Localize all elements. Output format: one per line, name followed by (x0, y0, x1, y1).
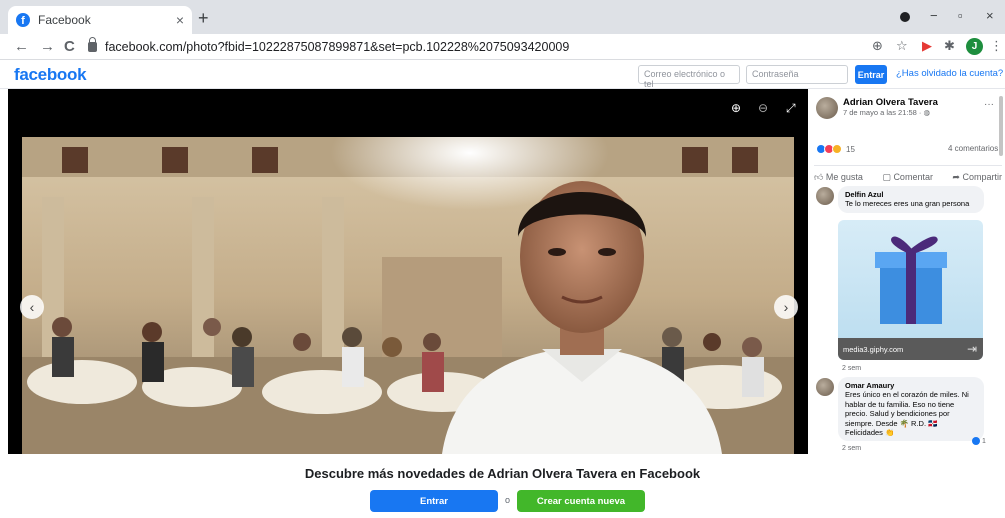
reaction-summary[interactable]: 15 (816, 144, 855, 154)
post-timestamp: 7 de mayo a las 21:58 · ◍ (843, 108, 938, 117)
comment-time[interactable]: 2 sem (842, 445, 861, 452)
window-minimize-button[interactable]: − (930, 8, 938, 23)
care-reaction-icon (832, 144, 842, 154)
profile-avatar[interactable]: J (966, 38, 983, 55)
post-action-bar: 👍︎ Me gusta ▢ Comentar ➦ Compartir (814, 165, 1002, 183)
extension-icon[interactable]: ▶ (922, 38, 932, 54)
facebook-logo[interactable]: facebook (14, 65, 87, 85)
panel-scrollbar[interactable] (999, 96, 1003, 156)
back-button[interactable]: ← (14, 38, 29, 55)
comment-gif[interactable]: media3.giphy.com ⇥ (838, 220, 983, 360)
gif-source[interactable]: media3.giphy.com (838, 338, 983, 360)
share-icon: ➦ (952, 172, 960, 182)
tab-close-icon[interactable]: × (176, 12, 184, 28)
comment-icon: ▢ (882, 172, 891, 182)
window-close-button[interactable]: × (986, 8, 994, 23)
tab-title: Facebook (38, 13, 91, 27)
post-timestamp-text: 7 de mayo a las 21:58 · (843, 108, 924, 117)
comment-bubble: Omar Amaury Eres único en el corazón de … (838, 377, 984, 442)
reload-button[interactable]: C (64, 38, 75, 55)
recording-indicator-icon (900, 12, 910, 22)
comment-text: Te lo mereces eres una gran persona (845, 199, 970, 209)
bookmark-star-icon[interactable]: ☆ (896, 38, 908, 54)
comment-bubble: Delfin Azul Te lo mereces eres una gran … (838, 186, 984, 213)
author-avatar[interactable] (816, 97, 838, 119)
globe-icon: ◍ (923, 108, 931, 117)
browser-tab[interactable]: f Facebook × (8, 6, 192, 34)
commenter-avatar[interactable] (816, 378, 834, 396)
cta-or-text: o (505, 495, 511, 505)
comment-like-count: 1 (982, 437, 986, 445)
login-button[interactable]: Entrar (855, 65, 887, 84)
commenter-avatar[interactable] (816, 187, 834, 205)
address-bar[interactable]: facebook.com/photo?fbid=1022287508789987… (88, 37, 888, 57)
photo-viewer: ⊕ ⊖ ⤢ ‹ › (8, 89, 808, 454)
like-label: Me gusta (825, 172, 863, 182)
browser-tabstrip: f Facebook × + − ▫ × (0, 0, 1005, 34)
window-restore-button[interactable]: ▫ (958, 8, 963, 23)
gift-box-image (875, 236, 947, 324)
extensions-puzzle-icon[interactable]: ✱ (944, 38, 955, 54)
share-label: Compartir (962, 172, 1002, 182)
cta-login-button[interactable]: Entrar (370, 490, 498, 512)
thumbs-up-icon: 👍︎ (814, 172, 824, 182)
gif-share-icon[interactable]: ⇥ (967, 342, 977, 356)
zoom-in-icon[interactable]: ⊕ (731, 101, 741, 115)
page-root: f Facebook × + − ▫ × ← → C facebook.com/… (0, 0, 1005, 518)
commenter-name[interactable]: Delfin Azul (845, 190, 977, 199)
create-account-button[interactable]: Crear cuenta nueva (517, 490, 645, 512)
author-block: Adrian Olvera Tavera 7 de mayo a las 21:… (843, 97, 938, 117)
like-badge-icon (972, 437, 980, 445)
author-name[interactable]: Adrian Olvera Tavera (843, 97, 938, 108)
forgot-account-link[interactable]: ¿Has olvidado la cuenta? (896, 68, 1003, 79)
facebook-header: facebook Correo electrónico o tel Contra… (0, 60, 1005, 89)
facebook-favicon-icon: f (16, 13, 30, 27)
browser-toolbar: ← → C facebook.com/photo?fbid=1022287508… (0, 34, 1005, 60)
cta-title: Descubre más novedades de Adrian Olvera … (304, 466, 701, 481)
zoom-out-icon[interactable]: ⊖ (758, 101, 768, 115)
browser-menu-icon[interactable]: ⋮ (990, 38, 1003, 54)
commenter-name[interactable]: Omar Amaury (845, 381, 977, 390)
like-button[interactable]: 👍︎ Me gusta (814, 172, 863, 183)
post-more-options-icon[interactable]: ··· (984, 99, 994, 110)
comments-count[interactable]: 4 comentarios (948, 144, 998, 153)
comment-time[interactable]: 2 sem (842, 365, 861, 372)
next-photo-button[interactable]: › (774, 295, 798, 319)
fullscreen-icon[interactable]: ⤢ (786, 101, 796, 116)
comment-label: Comentar (893, 172, 933, 182)
email-field[interactable]: Correo electrónico o tel (638, 65, 740, 89)
comment-button[interactable]: ▢ Comentar (882, 172, 933, 183)
previous-photo-button[interactable]: ‹ (20, 295, 44, 319)
password-field[interactable]: Contraseña (746, 65, 848, 84)
lock-icon (88, 37, 97, 52)
url-text: facebook.com/photo?fbid=1022287508789987… (105, 40, 570, 54)
new-tab-icon[interactable]: + (198, 8, 209, 29)
comment-text: Eres único en el corazón de miles. Ni ha… (845, 390, 969, 437)
comment-like-badge[interactable]: 1 (972, 437, 986, 445)
share-button[interactable]: ➦ Compartir (952, 172, 1002, 183)
post-photo (22, 137, 794, 454)
zoom-icon[interactable]: ⊕ (872, 38, 883, 54)
post-side-panel: Adrian Olvera Tavera 7 de mayo a las 21:… (808, 89, 1005, 454)
reaction-count: 15 (846, 144, 855, 154)
forward-button[interactable]: → (40, 38, 55, 55)
